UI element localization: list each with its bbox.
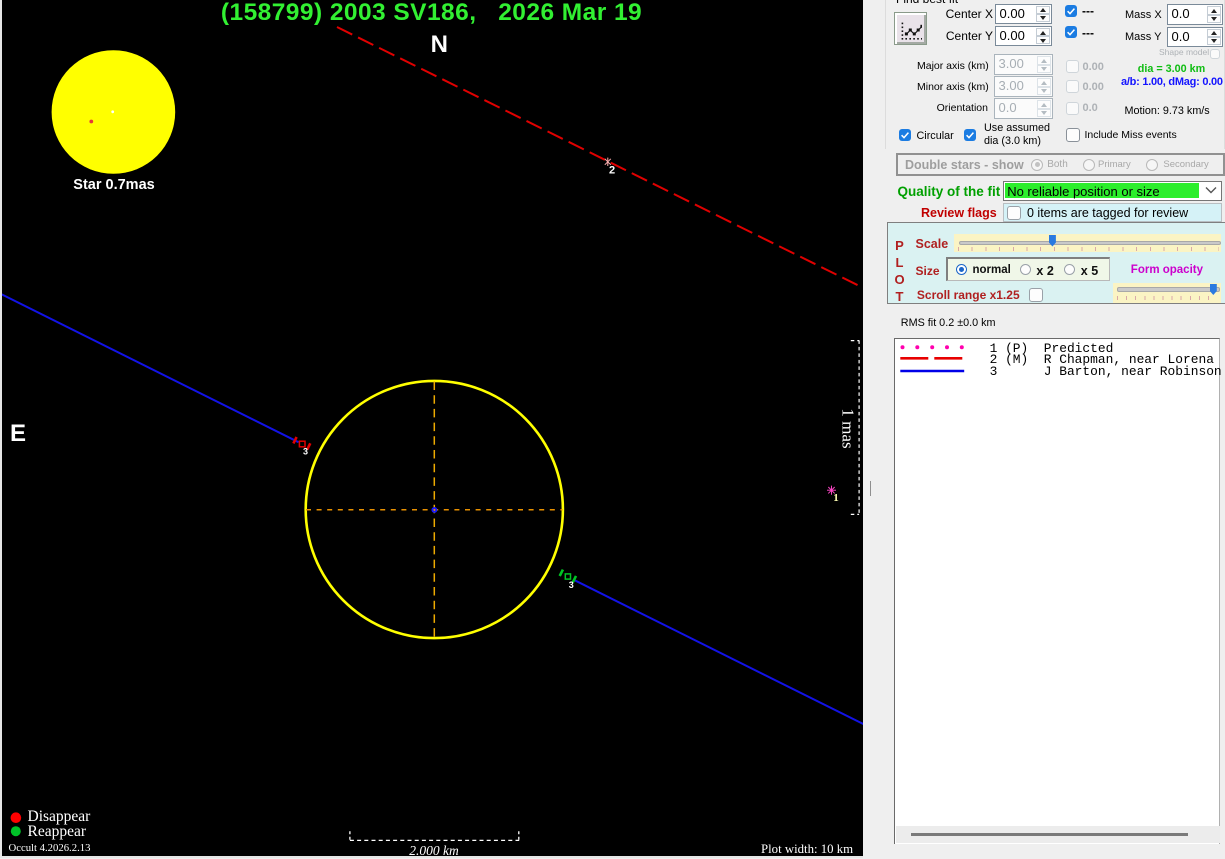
svg-text:3: 3	[303, 447, 308, 457]
svg-text:3: 3	[569, 580, 574, 590]
svg-text:1 mas: 1 mas	[839, 408, 858, 448]
svg-text:2: 2	[609, 165, 615, 177]
svg-text:1: 1	[833, 492, 839, 504]
